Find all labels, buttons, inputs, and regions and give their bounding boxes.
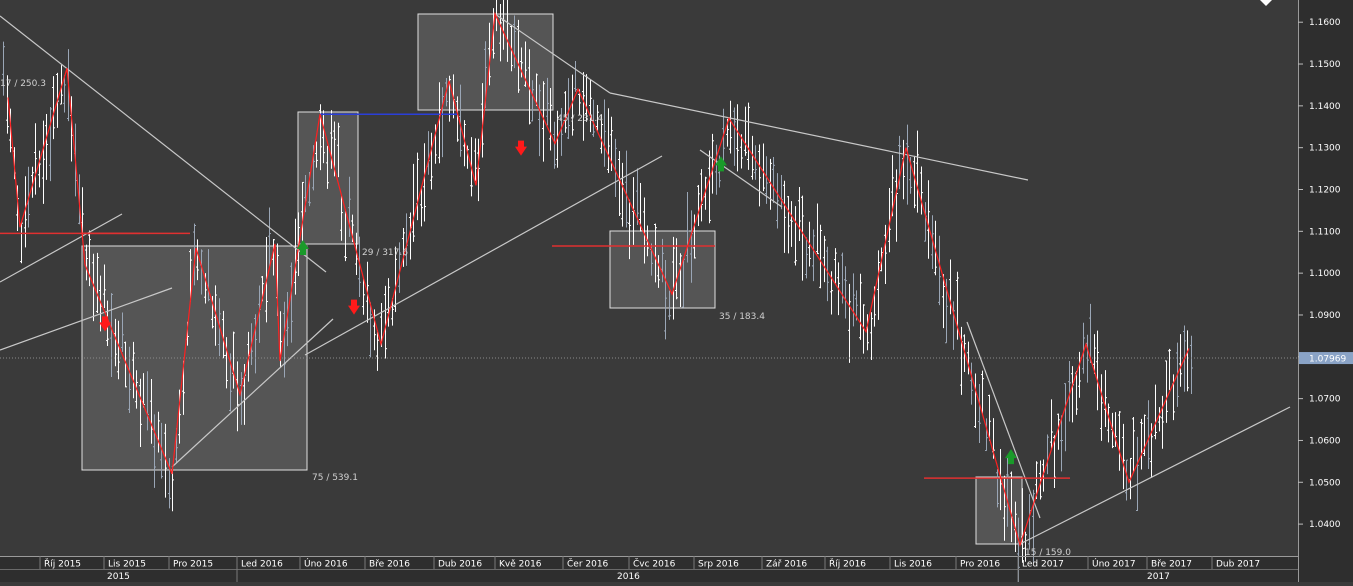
y-tick-label: 1.1400 (1309, 102, 1341, 112)
y-axis-panel (1298, 0, 1353, 582)
y-tick-label: 1.0500 (1309, 478, 1341, 488)
pattern-label: 29 / 317.6 (362, 248, 408, 258)
year-label: 2015 (107, 572, 130, 582)
y-tick-label: 1.1500 (1309, 60, 1341, 70)
x-tick-label: Lis 2015 (108, 560, 146, 570)
chart-area: 17 / 250.3 75 / 539.1 29 / 317.6 45 / 231.4… (0, 0, 1353, 585)
x-tick-label: Zář 2016 (766, 560, 807, 570)
y-tick-label: 1.1600 (1309, 18, 1341, 28)
pattern-label: 35 / 183.4 (719, 312, 765, 322)
y-tick-label: 1.0700 (1309, 395, 1341, 405)
x-tick-label: Říj 2015 (44, 559, 81, 570)
pattern-label: 17 / 250.3 (0, 79, 46, 89)
year-label: 2017 (1147, 572, 1170, 582)
x-tick-label: Pro 2015 (173, 560, 213, 570)
pattern-label: 45 / 231.4 (557, 114, 603, 124)
y-tick-label: 1.0600 (1309, 436, 1341, 446)
current-price-label: 1.07969 (1309, 355, 1346, 365)
x-tick-label: Úno 2016 (304, 558, 348, 570)
y-tick-label: 1.1100 (1309, 227, 1341, 237)
year-label: 2016 (617, 572, 640, 582)
y-tick-label: 1.0900 (1309, 311, 1341, 321)
price-chart: 17 / 250.3 75 / 539.1 29 / 317.6 45 / 231.4… (0, 0, 1353, 585)
x-tick-label: Led 2016 (241, 560, 283, 570)
x-tick-label: Říj 2016 (829, 559, 866, 570)
x-tick-label: Lis 2016 (894, 560, 932, 570)
pattern-label: 75 / 539.1 (312, 473, 358, 483)
x-tick-label: Bře 2017 (1151, 560, 1192, 570)
x-tick-label: Čer 2016 (567, 558, 609, 570)
x-tick-label: Čvc 2016 (633, 558, 676, 570)
x-tick-label: Kvě 2016 (499, 560, 542, 570)
y-tick-label: 1.0400 (1309, 520, 1341, 530)
x-tick-label: Srp 2016 (698, 560, 739, 570)
y-tick-label: 1.1000 (1309, 269, 1341, 279)
x-tick-label: Pro 2016 (960, 560, 1000, 570)
x-tick-label: Dub 2017 (1216, 560, 1260, 570)
x-tick-label: Úno 2017 (1092, 558, 1136, 570)
x-tick-label: Bře 2016 (369, 560, 410, 570)
x-tick-label: Dub 2016 (438, 560, 482, 570)
x-tick-label: Led 2017 (1022, 560, 1064, 570)
y-tick-label: 1.1300 (1309, 144, 1341, 154)
y-tick-label: 1.1200 (1309, 186, 1341, 196)
